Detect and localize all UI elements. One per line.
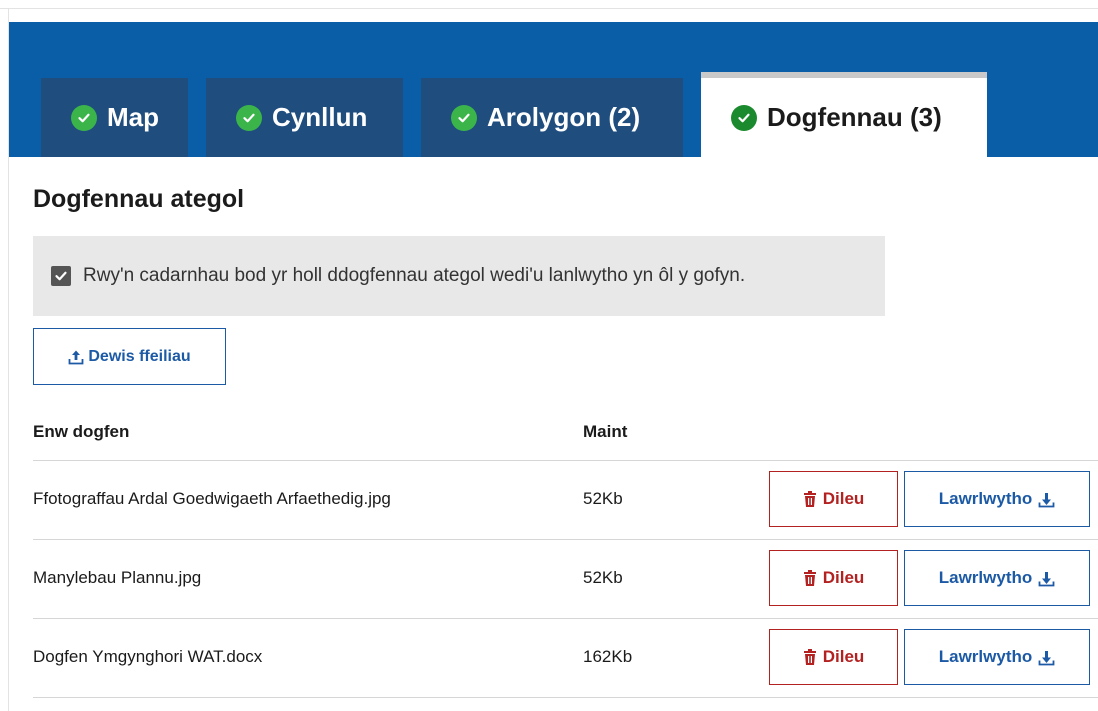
tab-dogfennau[interactable]: Dogfennau (3) — [701, 72, 987, 157]
document-name: Manylebau Plannu.jpg — [33, 568, 202, 587]
table-row: Ffotograffau Ardal Goedwigaeth Arfaethed… — [33, 461, 1098, 540]
tab-arolygon[interactable]: Arolygon (2) — [421, 78, 683, 157]
tab-label: Cynllun — [272, 102, 368, 132]
download-icon — [1038, 492, 1055, 507]
document-size: 52Kb — [583, 568, 623, 587]
document-size: 162Kb — [583, 647, 633, 666]
check-circle-icon — [236, 104, 262, 131]
document-name: Dogfen Ymgynghori WAT.docx — [33, 647, 263, 666]
table-row: Manylebau Plannu.jpg 52Kb Dileu Lawrlwyt… — [33, 540, 1098, 619]
tab-label: Map — [107, 102, 159, 132]
download-icon — [1038, 650, 1055, 665]
delete-label: Dileu — [822, 568, 865, 587]
download-button[interactable]: Lawrlwytho — [904, 550, 1090, 606]
tab-cynllun[interactable]: Cynllun — [206, 78, 403, 157]
check-circle-icon — [451, 104, 477, 131]
page-frame: Map Cynllun Arolygon (2) Dogfennau (3) D… — [0, 0, 1098, 711]
confirmation-checkbox[interactable] — [51, 266, 71, 286]
check-circle-icon — [731, 104, 757, 131]
delete-button[interactable]: Dileu — [769, 629, 898, 685]
frame-top-border — [0, 8, 1098, 9]
tab-label: Arolygon (2) — [487, 102, 641, 132]
trash-icon — [803, 570, 816, 586]
delete-button[interactable]: Dileu — [769, 550, 898, 606]
document-size: 52Kb — [583, 489, 623, 508]
column-header-size: Maint — [583, 422, 628, 441]
delete-label: Dileu — [822, 489, 865, 508]
tab-map[interactable]: Map — [41, 78, 188, 157]
column-header-name: Enw dogfen — [33, 422, 130, 441]
download-label: Lawrlwytho — [938, 647, 1033, 666]
download-button[interactable]: Lawrlwytho — [904, 471, 1090, 527]
download-label: Lawrlwytho — [938, 568, 1033, 587]
download-button[interactable]: Lawrlwytho — [904, 629, 1090, 685]
download-icon — [1038, 571, 1055, 586]
upload-icon — [68, 350, 84, 364]
table-row: Dogfen Ymgynghori WAT.docx 162Kb Dileu L… — [33, 619, 1098, 698]
tab-label: Dogfennau (3) — [767, 102, 942, 132]
document-name: Ffotograffau Ardal Goedwigaeth Arfaethed… — [33, 489, 391, 508]
confirmation-text: Rwy'n cadarnhau bod yr holl ddogfennau a… — [83, 265, 746, 286]
section-title: Dogfennau ategol — [33, 185, 245, 213]
delete-label: Dileu — [822, 647, 865, 666]
trash-icon — [803, 491, 816, 507]
delete-button[interactable]: Dileu — [769, 471, 898, 527]
trash-icon — [803, 649, 816, 665]
choose-files-button[interactable]: Dewis ffeiliau — [33, 328, 226, 385]
download-label: Lawrlwytho — [938, 489, 1033, 508]
choose-files-label: Dewis ffeiliau — [88, 347, 191, 365]
check-circle-icon — [71, 104, 97, 131]
confirmation-panel: Rwy'n cadarnhau bod yr holl ddogfennau a… — [33, 236, 885, 316]
row-divider — [33, 697, 1098, 698]
